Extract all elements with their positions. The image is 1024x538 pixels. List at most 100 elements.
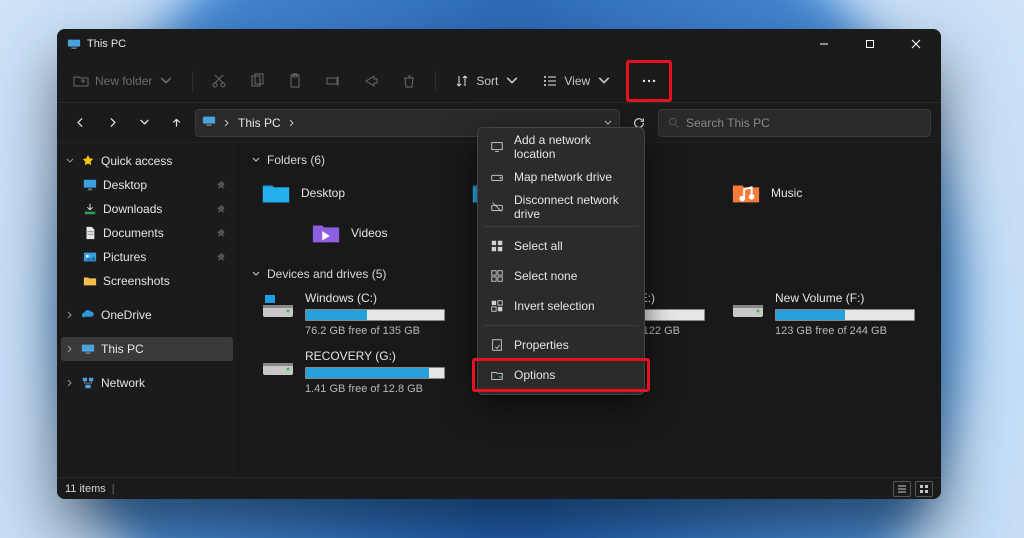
recent-locations-button[interactable] — [131, 110, 157, 136]
view-button[interactable]: View — [534, 65, 620, 97]
desktop-folder-icon — [261, 178, 291, 208]
new-folder-button[interactable]: New folder — [65, 65, 182, 97]
more-button[interactable] — [633, 65, 665, 97]
breadcrumb[interactable]: This PC — [238, 116, 281, 130]
pin-icon — [217, 204, 227, 214]
search-input[interactable]: Search This PC — [658, 109, 931, 137]
folder-music[interactable]: Music — [731, 173, 921, 213]
sidebar-item-documents[interactable]: Documents — [61, 221, 233, 245]
search-icon — [667, 116, 680, 129]
chevron-right-icon — [222, 118, 232, 128]
delete-icon — [401, 73, 417, 89]
folder-videos[interactable]: Videos — [311, 213, 501, 253]
paste-button[interactable] — [279, 65, 311, 97]
minimize-button[interactable] — [801, 29, 847, 59]
cut-button[interactable] — [203, 65, 235, 97]
sidebar-item-downloads[interactable]: Downloads — [61, 197, 233, 221]
menu-item-disconnect-network-drive[interactable]: Disconnect network drive — [478, 192, 644, 222]
menu-item-add-network-location[interactable]: Add a network location — [478, 132, 644, 162]
music-folder-icon — [731, 178, 761, 208]
sidebar-item-this-pc[interactable]: This PC — [61, 337, 233, 361]
drive-c[interactable]: Windows (C:) 76.2 GB free of 135 GB — [261, 287, 451, 345]
sidebar-item-network[interactable]: Network — [61, 371, 233, 395]
drive-free-text: 123 GB free of 244 GB — [775, 325, 921, 337]
drive-g[interactable]: RECOVERY (G:) 1.41 GB free of 12.8 GB — [261, 345, 481, 403]
select-none-icon — [490, 269, 504, 283]
view-icon — [542, 73, 558, 89]
drive-label: Windows (C:) — [305, 291, 451, 305]
drive-icon — [261, 291, 295, 321]
menu-item-select-all[interactable]: Select all — [478, 231, 644, 261]
share-icon — [363, 73, 379, 89]
pin-icon — [217, 180, 227, 190]
sidebar-item-quick-access[interactable]: Quick access — [61, 149, 233, 173]
usage-bar — [305, 309, 445, 321]
pictures-icon — [83, 250, 97, 264]
sort-icon — [454, 73, 470, 89]
back-button[interactable] — [67, 110, 93, 136]
details-view-toggle[interactable] — [893, 481, 911, 497]
new-folder-icon — [73, 73, 89, 89]
sidebar-item-onedrive[interactable]: OneDrive — [61, 303, 233, 327]
delete-button[interactable] — [393, 65, 425, 97]
item-count: 11 items — [65, 483, 106, 495]
chevron-down-icon — [504, 73, 520, 89]
this-pc-icon — [67, 37, 81, 51]
drive-free-text: 1.41 GB free of 12.8 GB — [305, 383, 481, 395]
forward-button[interactable] — [99, 110, 125, 136]
documents-icon — [83, 226, 97, 240]
sort-button[interactable]: Sort — [446, 65, 528, 97]
invert-selection-icon — [490, 299, 504, 313]
desktop-icon — [83, 178, 97, 192]
file-explorer-window: This PC New folder Sort View — [57, 29, 941, 499]
menu-item-select-none[interactable]: Select none — [478, 261, 644, 291]
pin-icon — [217, 228, 227, 238]
this-pc-icon — [202, 114, 216, 131]
status-bar: 11 items | — [57, 477, 941, 499]
more-icon — [641, 73, 657, 89]
menu-item-invert-selection[interactable]: Invert selection — [478, 291, 644, 321]
drive-free-text: 76.2 GB free of 135 GB — [305, 325, 451, 337]
network-icon — [81, 376, 95, 390]
navigation-pane: Quick access Desktop Downloads Documents… — [57, 143, 237, 477]
more-button-highlight — [626, 60, 672, 102]
this-pc-icon — [81, 342, 95, 356]
paste-icon — [287, 73, 303, 89]
chevron-right-icon — [65, 344, 75, 354]
chevron-down-icon — [158, 73, 174, 89]
drive-icon — [731, 291, 765, 321]
drive-icon — [490, 170, 504, 184]
drive-disconnect-icon — [490, 200, 504, 214]
close-button[interactable] — [893, 29, 939, 59]
tiles-view-toggle[interactable] — [915, 481, 933, 497]
titlebar: This PC — [57, 29, 941, 59]
rename-button[interactable] — [317, 65, 349, 97]
pin-icon — [217, 252, 227, 262]
menu-item-map-network-drive[interactable]: Map network drive — [478, 162, 644, 192]
drive-f[interactable]: New Volume (F:) 123 GB free of 244 GB — [731, 287, 921, 345]
copy-icon — [249, 73, 265, 89]
copy-button[interactable] — [241, 65, 273, 97]
more-dropdown-menu: Add a network location Map network drive… — [477, 127, 645, 395]
options-icon — [490, 368, 504, 382]
maximize-button[interactable] — [847, 29, 893, 59]
menu-item-properties[interactable]: Properties — [478, 330, 644, 360]
folder-desktop[interactable]: Desktop — [261, 173, 451, 213]
menu-item-options[interactable]: Options — [478, 360, 644, 390]
chevron-down-icon — [65, 156, 75, 166]
chevron-down-icon — [596, 73, 612, 89]
drive-label: New Volume (F:) — [775, 291, 921, 305]
sidebar-item-desktop[interactable]: Desktop — [61, 173, 233, 197]
sidebar-item-screenshots[interactable]: Screenshots — [61, 269, 233, 293]
window-title: This PC — [87, 38, 126, 50]
share-button[interactable] — [355, 65, 387, 97]
chevron-right-icon — [287, 118, 297, 128]
cloud-icon — [81, 308, 95, 322]
select-all-icon — [490, 239, 504, 253]
chevron-down-icon — [251, 155, 261, 165]
chevron-down-icon[interactable] — [603, 118, 613, 128]
up-button[interactable] — [163, 110, 189, 136]
sidebar-item-pictures[interactable]: Pictures — [61, 245, 233, 269]
usage-bar — [305, 367, 445, 379]
cut-icon — [211, 73, 227, 89]
